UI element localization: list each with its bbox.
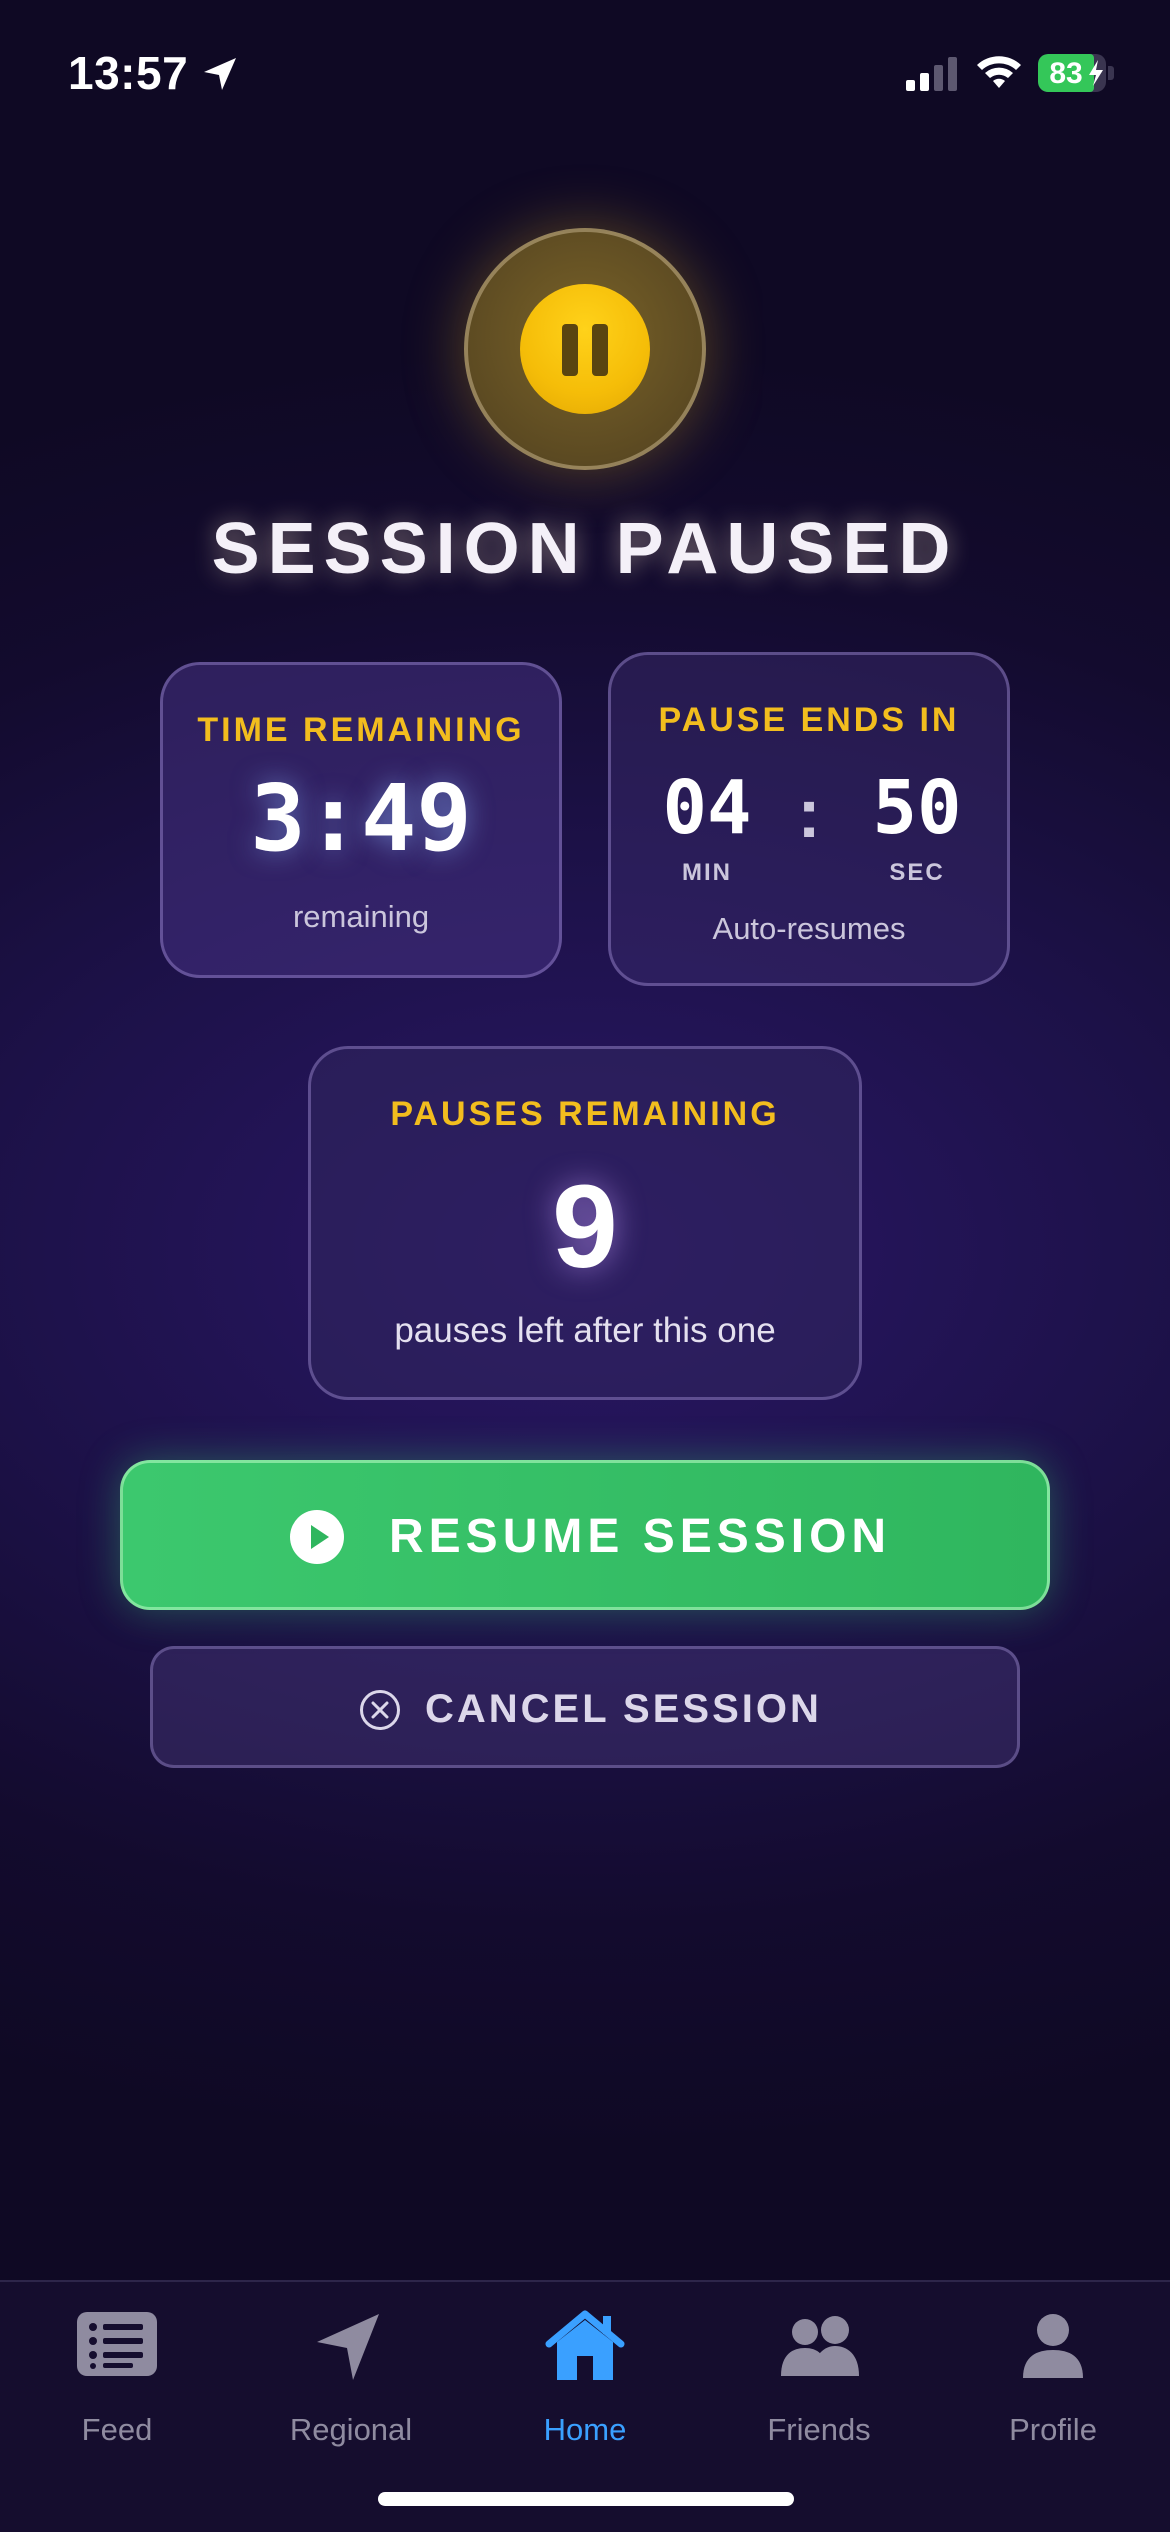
home-icon <box>545 2310 625 2380</box>
wifi-icon <box>977 56 1021 88</box>
charging-bolt-icon <box>1089 60 1103 86</box>
time-remaining-card: TIME REMAINING 3:49 remaining <box>160 662 562 978</box>
location-arrow-icon <box>204 58 236 90</box>
time-remaining-heading: TIME REMAINING <box>197 711 525 749</box>
pauses-remaining-heading: PAUSES REMAINING <box>390 1095 780 1133</box>
tab-regional-label: Regional <box>289 2412 413 2447</box>
tab-friends[interactable]: Friends <box>702 2300 936 2450</box>
countdown-minutes-unit: MIN <box>682 859 732 886</box>
play-circle-icon <box>290 1510 344 1564</box>
tab-home-label: Home <box>543 2412 627 2447</box>
close-circle-icon <box>360 1690 400 1730</box>
battery-indicator: 83 <box>1038 54 1114 92</box>
pause-countdown-card: PAUSE ENDS IN 04 MIN : 50 SEC Auto-resum… <box>608 652 1010 986</box>
home-indicator[interactable] <box>378 2492 794 2506</box>
tab-regional[interactable]: Regional <box>234 2300 468 2450</box>
tab-friends-label: Friends <box>767 2412 871 2447</box>
status-time: 13:57 <box>68 47 189 99</box>
tab-profile-label: Profile <box>1009 2412 1097 2447</box>
countdown-minutes: 04 <box>662 765 752 851</box>
pause-countdown-heading: PAUSE ENDS IN <box>658 701 960 739</box>
tab-profile[interactable]: Profile <box>936 2300 1170 2450</box>
countdown-seconds-unit: SEC <box>889 859 945 886</box>
pause-icon <box>520 284 650 414</box>
feed-list-icon <box>77 2312 157 2376</box>
tab-feed-label: Feed <box>81 2412 153 2447</box>
cellular-signal-icon <box>906 57 957 91</box>
pause-status-emblem <box>464 228 706 470</box>
time-remaining-caption: remaining <box>292 899 430 934</box>
status-bar: 13:57 83 <box>0 0 1170 150</box>
battery-percent: 83 <box>1049 57 1083 90</box>
navigation-arrow-icon <box>317 2314 379 2380</box>
pauses-remaining-caption: pauses left after this one <box>394 1311 776 1350</box>
tab-home[interactable]: Home <box>468 2300 702 2450</box>
countdown-separator: : <box>797 774 821 852</box>
friends-icon <box>781 2316 859 2376</box>
auto-resume-caption: Auto-resumes <box>712 911 906 946</box>
cancel-session-button[interactable]: CANCEL SESSION <box>150 1646 1020 1768</box>
countdown-seconds: 50 <box>872 765 962 851</box>
cancel-session-label: CANCEL SESSION <box>425 1687 822 1731</box>
time-remaining-value: 3:49 <box>250 765 472 872</box>
resume-session-label: RESUME SESSION <box>389 1510 892 1563</box>
pauses-remaining-card: PAUSES REMAINING 9 pauses left after thi… <box>308 1046 862 1400</box>
pauses-remaining-count: 9 <box>552 1161 618 1293</box>
resume-session-button[interactable]: RESUME SESSION <box>120 1460 1050 1610</box>
page-title: SESSION PAUSED <box>211 509 959 589</box>
tab-feed[interactable]: Feed <box>0 2300 234 2450</box>
profile-icon <box>1023 2314 1083 2378</box>
